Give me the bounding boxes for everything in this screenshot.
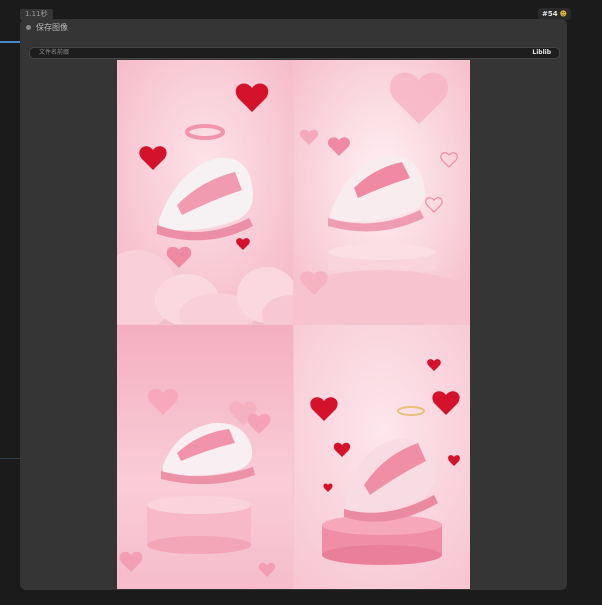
save-image-node[interactable]: 保存图像 文件名前缀 Liblib <box>20 19 567 590</box>
node-header[interactable]: 保存图像 <box>20 19 567 37</box>
workflow-canvas[interactable]: 1.11秒 #54 ☻ 保存图像 文件名前缀 Liblib <box>0 0 602 605</box>
filename-prefix-field[interactable]: 文件名前缀 Liblib <box>29 47 560 59</box>
image-preview-4[interactable] <box>294 325 470 589</box>
filename-prefix-label: 文件名前缀 <box>39 49 70 56</box>
image-preview-grid <box>117 60 470 589</box>
node-title: 保存图像 <box>36 23 68 32</box>
collapse-toggle[interactable] <box>26 25 31 30</box>
filename-prefix-value: Liblib <box>532 49 551 56</box>
image-preview-2[interactable] <box>294 60 470 324</box>
image-preview-3[interactable] <box>117 325 293 589</box>
image-preview-1[interactable] <box>117 60 293 324</box>
background-wire <box>0 458 20 459</box>
